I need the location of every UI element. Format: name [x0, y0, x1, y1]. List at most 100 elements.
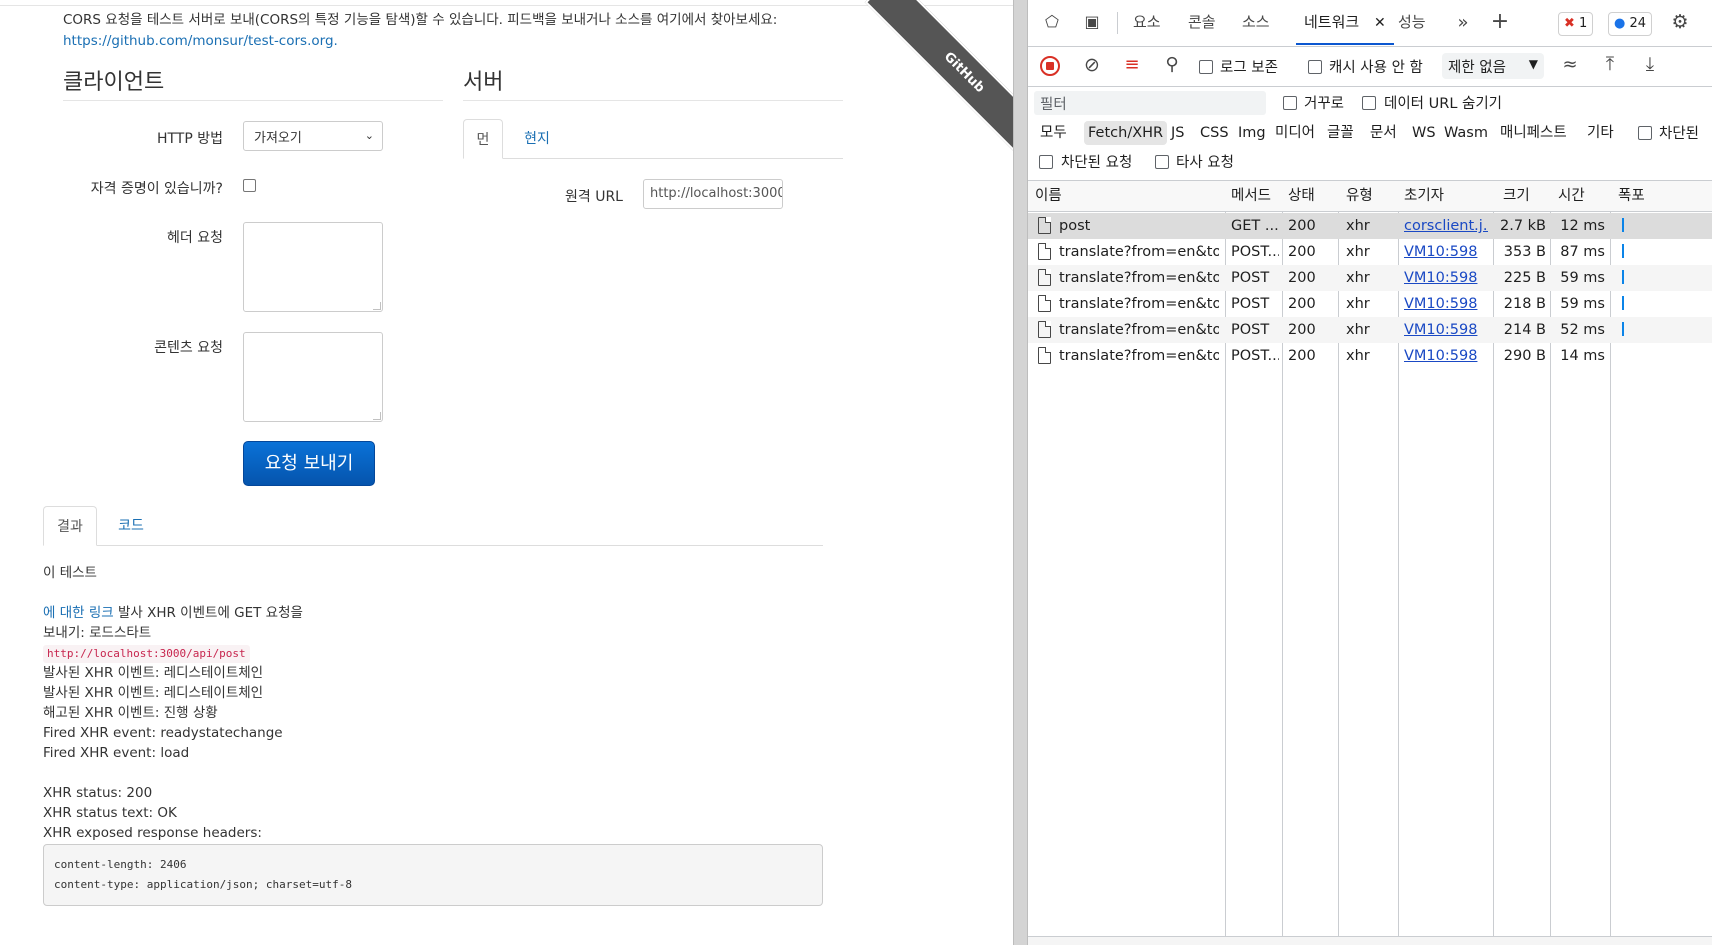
request-row[interactable]: translate?from=en&to... POST 200 xhr VM1…: [1028, 291, 1712, 317]
column-header-size[interactable]: 크기: [1503, 181, 1530, 212]
event-line: 발사된 XHR 이벤트: 레디스테이트체인: [43, 685, 264, 701]
filter-type-other[interactable]: 기타: [1583, 121, 1618, 145]
request-type: xhr: [1346, 270, 1370, 286]
more-tabs-icon[interactable]: »: [1452, 12, 1474, 33]
close-icon[interactable]: ✕: [1374, 15, 1386, 31]
request-initiator-link[interactable]: VM10:598: [1404, 239, 1488, 265]
column-header-name[interactable]: 이름: [1035, 181, 1062, 212]
inspect-element-icon[interactable]: ⬠: [1040, 12, 1064, 31]
record-stop-icon[interactable]: [1040, 56, 1060, 76]
filter-input[interactable]: 필터: [1034, 91, 1266, 115]
blocked-cookies-label: 차단된: [1659, 126, 1700, 142]
request-headers-textarea[interactable]: [243, 222, 383, 312]
filter-type-css[interactable]: CSS: [1196, 121, 1233, 145]
test-link[interactable]: 에 대한 링크: [43, 605, 114, 621]
server-section-title: 서버: [463, 70, 504, 95]
filter-icon[interactable]: ≡: [1120, 54, 1144, 75]
resize-grip-icon[interactable]: [373, 412, 381, 420]
request-initiator-link[interactable]: VM10:598: [1404, 317, 1488, 343]
blocked-cookies-checkbox[interactable]: [1638, 126, 1652, 140]
request-initiator-link[interactable]: VM10:598: [1404, 265, 1488, 291]
filter-placeholder: 필터: [1040, 97, 1067, 113]
disable-cache-checkbox[interactable]: [1308, 60, 1322, 74]
tab-remote[interactable]: 먼: [463, 119, 503, 159]
request-row[interactable]: translate?from=en&to... POST... 200 xhr …: [1028, 239, 1712, 265]
filter-type-manifest[interactable]: 매니페스트: [1496, 121, 1571, 145]
tab-result[interactable]: 결과: [43, 506, 97, 546]
third-party-checkbox[interactable]: [1155, 155, 1169, 169]
column-header-method[interactable]: 메서드: [1231, 181, 1271, 212]
github-ribbon[interactable]: GitHub: [853, 0, 1013, 160]
network-conditions-icon[interactable]: ≈: [1558, 54, 1582, 75]
blocked-requests-checkbox[interactable]: [1039, 155, 1053, 169]
tab-sources[interactable]: 소스: [1242, 0, 1270, 45]
column-header-waterfall[interactable]: 폭포: [1618, 181, 1645, 212]
resize-grip-icon[interactable]: [373, 302, 381, 310]
filter-type-media[interactable]: 미디어: [1271, 121, 1319, 145]
http-method-select[interactable]: 가져오기 ⌄: [243, 121, 383, 151]
filter-type-font[interactable]: 글꼴: [1323, 121, 1358, 145]
filter-type-img[interactable]: Img: [1234, 121, 1270, 145]
column-header-time[interactable]: 시간: [1558, 181, 1585, 212]
tab-performance[interactable]: 성능: [1398, 0, 1426, 45]
request-row[interactable]: translate?from=en&to... POST... 200 xhr …: [1028, 343, 1712, 369]
devtools-splitter[interactable]: [1013, 0, 1028, 945]
stop-square: [1046, 62, 1054, 70]
xhr-exposed-headers-label: XHR exposed response headers:: [43, 825, 262, 841]
request-initiator-link[interactable]: corsclient.j...: [1404, 213, 1488, 239]
server-title-divider: [463, 100, 843, 101]
invert-checkbox[interactable]: [1283, 96, 1297, 110]
github-source-link[interactable]: https://github.com/monsur/test-cors.org.: [63, 33, 338, 49]
add-tab-icon[interactable]: +: [1488, 9, 1512, 34]
tab-network[interactable]: 네트워크 ✕: [1296, 0, 1394, 45]
horizontal-scrollbar[interactable]: [1028, 936, 1712, 945]
filter-type-all[interactable]: 모두: [1036, 121, 1071, 145]
tab-code[interactable]: 코드: [101, 506, 161, 546]
message-count-badge[interactable]: ● 24: [1608, 12, 1653, 36]
remote-url-input[interactable]: http://localhost:3000: [643, 179, 783, 209]
filter-type-wasm[interactable]: Wasm: [1440, 121, 1492, 145]
credentials-checkbox[interactable]: [243, 179, 256, 192]
send-request-button[interactable]: 요청 보내기: [243, 441, 375, 486]
invert-label: 거꾸로: [1304, 96, 1345, 112]
xhr-status-text: XHR status text: OK: [43, 805, 177, 821]
request-content-textarea[interactable]: [243, 332, 383, 422]
tab-console[interactable]: 콘솔: [1188, 0, 1216, 45]
device-toolbar-icon[interactable]: ▣: [1080, 12, 1104, 31]
request-row[interactable]: post GET ... 200 xhr corsclient.j... 2.7…: [1028, 213, 1712, 239]
tab-elements[interactable]: 요소: [1133, 0, 1161, 45]
request-initiator-link[interactable]: VM10:598: [1404, 291, 1488, 317]
filter-type-fetch-xhr[interactable]: Fetch/XHR: [1084, 121, 1168, 145]
filter-type-js[interactable]: JS: [1167, 121, 1188, 145]
tab-local[interactable]: 현지: [507, 119, 567, 159]
filter-type-ws[interactable]: WS: [1408, 121, 1440, 145]
clear-icon[interactable]: ⊘: [1080, 54, 1104, 76]
message-count: 24: [1629, 16, 1647, 31]
import-har-icon[interactable]: ⤒: [1598, 53, 1622, 75]
gear-icon[interactable]: ⚙: [1668, 11, 1692, 33]
error-count-badge[interactable]: ✖ 1: [1558, 12, 1594, 36]
request-row[interactable]: translate?from=en&to... POST 200 xhr VM1…: [1028, 265, 1712, 291]
hide-data-urls-checkbox[interactable]: [1362, 96, 1376, 110]
export-har-icon[interactable]: ⤓: [1638, 53, 1662, 75]
filter-type-doc[interactable]: 문서: [1366, 121, 1401, 145]
column-header-initiator[interactable]: 초기자: [1404, 181, 1444, 212]
column-header-status[interactable]: 상태: [1288, 181, 1315, 212]
waterfall-bar: [1622, 322, 1624, 336]
event-line: 해고된 XHR 이벤트: 진행 상황: [43, 705, 218, 721]
blocked-requests-label: 차단된 요청: [1061, 155, 1133, 171]
request-row[interactable]: translate?from=en&to... POST 200 xhr VM1…: [1028, 317, 1712, 343]
request-name: post: [1059, 218, 1091, 234]
request-initiator-link[interactable]: VM10:598: [1404, 343, 1488, 369]
request-name: translate?from=en&to...: [1059, 270, 1219, 286]
document-icon: [1038, 269, 1051, 286]
hide-data-urls-label: 데이터 URL 숨기기: [1384, 96, 1503, 112]
preserve-log-checkbox[interactable]: [1199, 60, 1213, 74]
request-method: POST: [1231, 296, 1270, 312]
event-line: 발사된 XHR 이벤트: 레디스테이트체인: [43, 665, 264, 681]
search-icon[interactable]: ⚲: [1160, 54, 1184, 75]
throttling-select[interactable]: 제한 없음 ▼: [1442, 53, 1544, 79]
column-header-type[interactable]: 유형: [1346, 181, 1373, 212]
document-icon: [1038, 347, 1051, 364]
github-ribbon-label[interactable]: GitHub: [864, 0, 1013, 160]
